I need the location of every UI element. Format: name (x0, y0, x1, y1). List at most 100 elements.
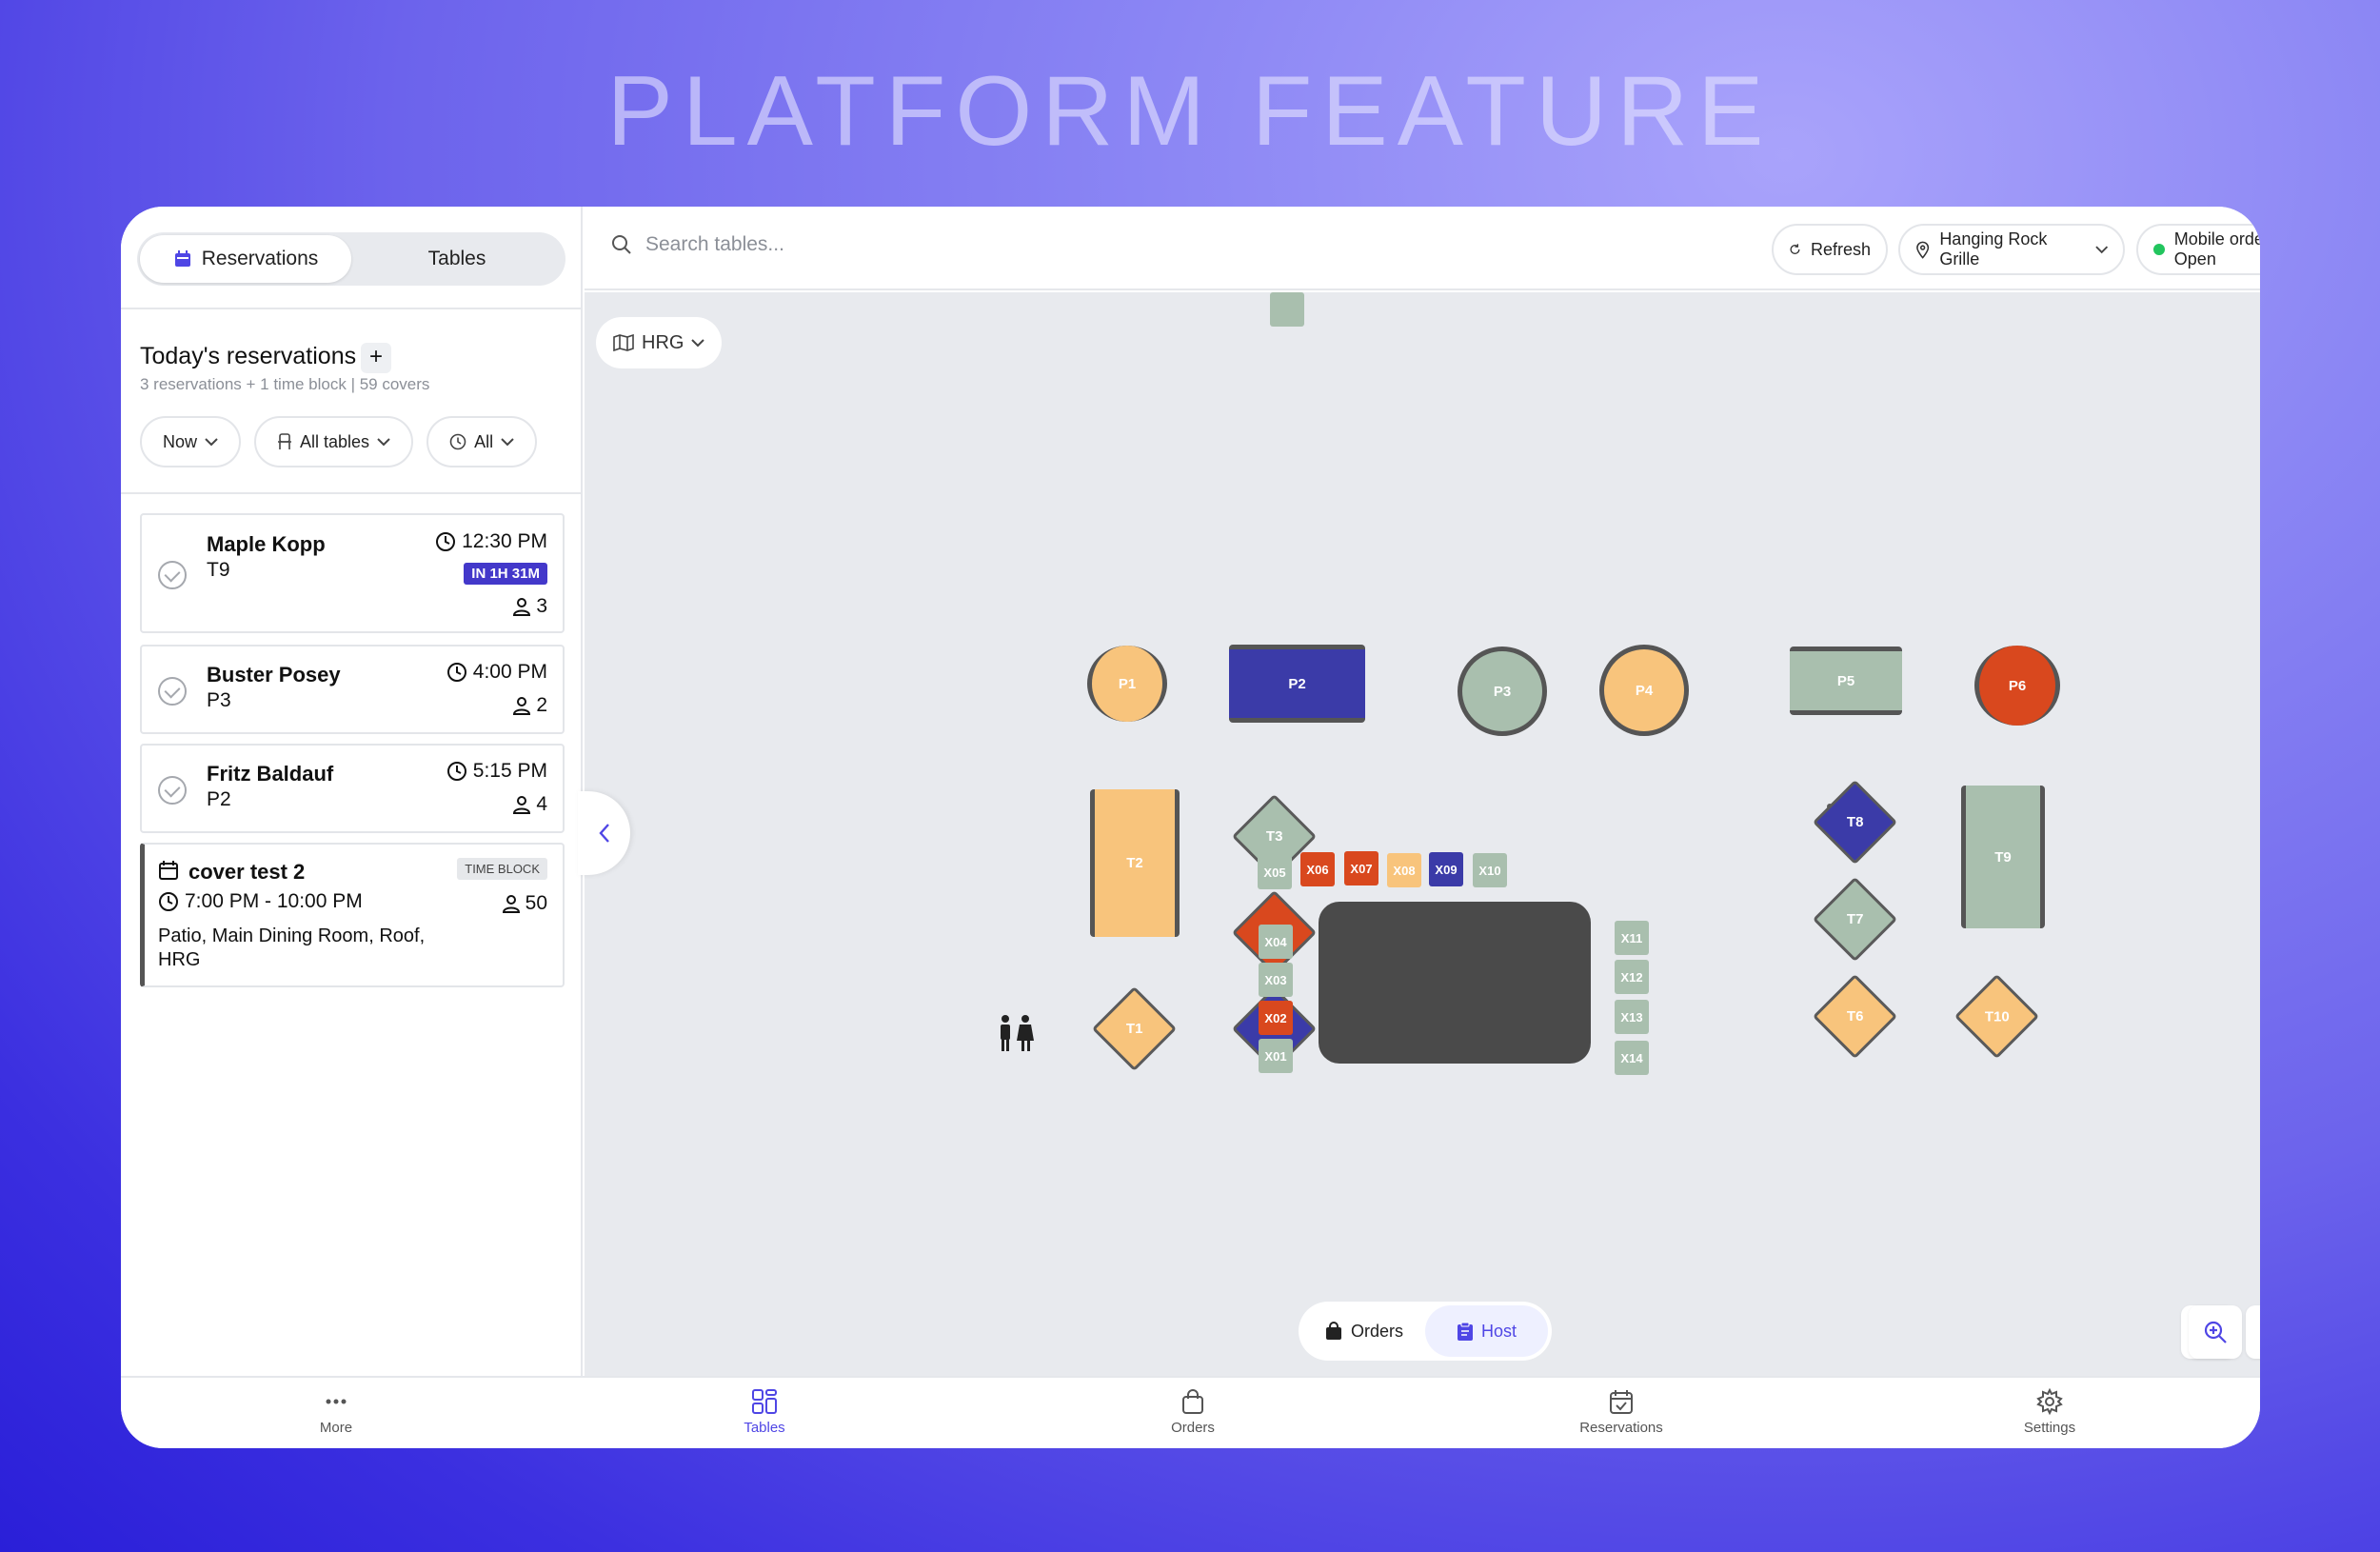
stool-x03[interactable]: X03 (1259, 963, 1293, 997)
stool-label: X11 (1620, 930, 1643, 945)
floor-plan-canvas: HRG P1 P2 P3 P4 P5 P6 T2 T3 T4 T1 T5 X05… (585, 292, 2260, 1376)
table-label: T8 (1846, 813, 1864, 830)
chair-icon (278, 433, 292, 449)
reservations-title: Today's reservations (140, 343, 357, 369)
nav-tables[interactable]: Tables (688, 1387, 841, 1436)
table-p1[interactable]: P1 (1087, 646, 1167, 722)
time-block-card[interactable]: cover test 2 TIME BLOCK 7:00 PM - 10:00 … (140, 843, 565, 987)
table-t7[interactable]: T7 (1812, 876, 1898, 963)
reservation-filters: Now All tables All (140, 416, 538, 468)
stool-x10[interactable]: X10 (1473, 853, 1507, 887)
reservation-time-value: 4:00 PM (472, 661, 547, 683)
search-input[interactable]: Search tables... (645, 233, 784, 256)
party-size-value: 3 (536, 595, 547, 617)
filter-status-label: All (474, 431, 494, 451)
table-p4[interactable]: P4 (1599, 645, 1689, 736)
search-icon (612, 235, 631, 254)
table-t6[interactable]: T6 (1812, 973, 1898, 1060)
person-icon (502, 895, 520, 913)
stool-label: X01 (1264, 1048, 1287, 1064)
reservation-card[interactable]: Fritz Baldauf P2 5:15 PM 4 (140, 744, 565, 833)
person-icon (513, 697, 531, 715)
table-t9[interactable]: T9 (1961, 786, 2045, 928)
filter-time-label: Now (163, 431, 198, 451)
table-p6[interactable]: P6 (1974, 646, 2060, 726)
table-label: P6 (2008, 677, 2027, 694)
zoom-out-button[interactable] (2246, 1305, 2260, 1359)
stool-x13[interactable]: X13 (1615, 1000, 1649, 1034)
divider (121, 308, 583, 309)
chevron-down-icon (205, 438, 218, 447)
stool-label: X09 (1435, 862, 1458, 877)
table-t10[interactable]: T10 (1954, 973, 2040, 1060)
stool-x12[interactable]: X12 (1615, 960, 1649, 994)
filter-tables[interactable]: All tables (254, 416, 414, 468)
check-circle-icon[interactable] (158, 776, 187, 805)
party-size-value: 2 (536, 694, 547, 716)
sidebar-tab-switcher: Reservations Tables (137, 232, 565, 286)
check-circle-icon[interactable] (158, 677, 187, 706)
clipboard-icon (1457, 1322, 1473, 1341)
map-icon (613, 334, 634, 351)
stool-x01[interactable]: X01 (1259, 1039, 1293, 1073)
time-block-areas: Patio, Main Dining Room, Roof, HRG (158, 925, 426, 970)
reservation-card[interactable]: Maple Kopp T9 12:30 PM IN 1H 31M 3 (140, 513, 565, 633)
nav-settings[interactable]: Settings (1973, 1387, 2126, 1436)
reservation-time: 12:30 PM (435, 530, 547, 553)
table-t8[interactable]: T8 (1812, 779, 1898, 866)
tab-reservations-label: Reservations (201, 248, 319, 269)
tab-tables[interactable]: Tables (351, 235, 563, 283)
chevron-down-icon (501, 438, 514, 447)
location-select[interactable]: Hanging Rock Grille (1898, 224, 2125, 275)
table-t1[interactable]: T1 (1091, 985, 1178, 1072)
assigned-table: P3 (207, 689, 231, 711)
filter-status[interactable]: All (426, 416, 538, 468)
stool-x08[interactable]: X08 (1387, 853, 1421, 887)
stool-x05[interactable]: X05 (1258, 855, 1292, 889)
search-tables[interactable]: Search tables... (611, 233, 784, 256)
nav-tables-label: Tables (744, 1420, 785, 1436)
view-toggle: Orders Host (1299, 1302, 1552, 1361)
host-view-label: Host (1480, 1321, 1517, 1341)
stool-x04[interactable]: X04 (1259, 925, 1293, 959)
stool-x06[interactable]: X06 (1300, 852, 1335, 886)
check-circle-icon[interactable] (158, 561, 187, 589)
countdown-badge: IN 1H 31M (464, 563, 547, 585)
table-t2[interactable]: T2 (1090, 789, 1180, 937)
grid-icon (752, 1389, 777, 1414)
stool-x11[interactable]: X11 (1615, 921, 1649, 955)
table-label: T2 (1126, 855, 1143, 871)
stool-x14[interactable]: X14 (1615, 1041, 1649, 1075)
bar-counter (1319, 902, 1591, 1064)
table-p3[interactable]: P3 (1458, 647, 1547, 736)
host-view-button[interactable]: Host (1425, 1305, 1548, 1357)
table-label: T6 (1846, 1007, 1864, 1025)
floor-map-select[interactable]: HRG (596, 317, 723, 368)
zoom-in-button[interactable] (2189, 1305, 2242, 1359)
nav-reservations[interactable]: Reservations (1545, 1387, 1697, 1436)
table-label: T9 (1994, 848, 2012, 866)
tab-reservations[interactable]: Reservations (140, 235, 351, 283)
chevron-left-icon (598, 824, 609, 843)
table-label: T7 (1846, 910, 1864, 927)
reservation-card[interactable]: Buster Posey P3 4:00 PM 2 (140, 645, 565, 734)
table-p5[interactable]: P5 (1790, 647, 1902, 715)
filter-time[interactable]: Now (140, 416, 242, 468)
location-label: Hanging Rock Grille (1939, 229, 2048, 269)
orders-view-button[interactable]: Orders (1302, 1305, 1425, 1357)
stool-label: X02 (1264, 1010, 1287, 1025)
add-reservation-button[interactable]: + (361, 343, 391, 373)
stool-label: X14 (1620, 1050, 1643, 1065)
stool-x07[interactable]: X07 (1344, 851, 1378, 885)
nav-more[interactable]: More (260, 1387, 412, 1436)
party-size: 2 (511, 694, 547, 717)
refresh-button[interactable]: Refresh (1772, 224, 1888, 275)
refresh-icon (1790, 244, 1800, 254)
nav-orders[interactable]: Orders (1117, 1387, 1269, 1436)
time-block-name: cover test 2 (188, 860, 306, 884)
stool-x09[interactable]: X09 (1429, 852, 1463, 886)
table-p2[interactable]: P2 (1229, 645, 1365, 723)
party-size-value: 4 (536, 793, 547, 815)
stool-x02[interactable]: X02 (1259, 1001, 1293, 1035)
mobile-orders-select[interactable]: Mobile orders: Open (2136, 224, 2260, 275)
